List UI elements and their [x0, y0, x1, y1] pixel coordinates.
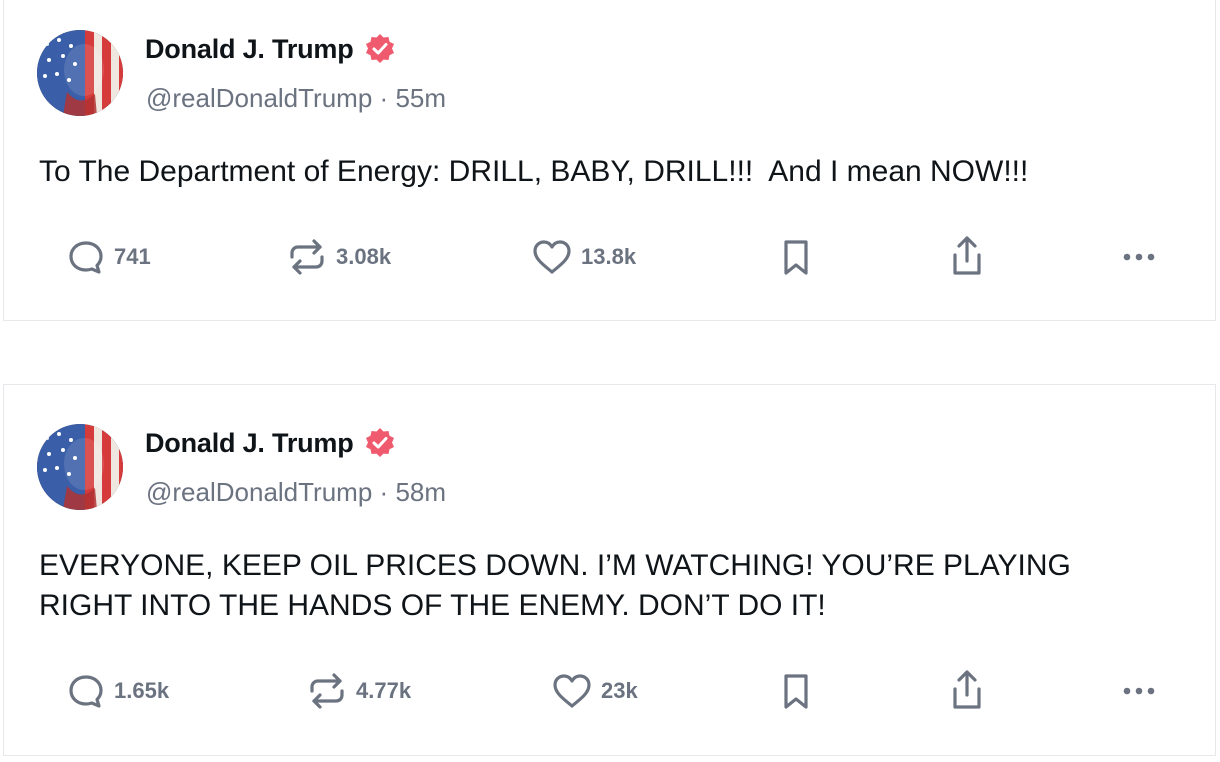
more-icon: [1119, 671, 1159, 711]
more-options-button[interactable]: [1119, 669, 1159, 713]
repost-icon: [286, 237, 328, 277]
reply-button[interactable]: 1.65k: [66, 669, 169, 713]
reply-count: 1.65k: [114, 678, 170, 703]
post-actions: 1.65k 4.77k 23k: [4, 669, 1215, 713]
feed: Donald J. Trump @realDonaldTrump · 55m T…: [0, 0, 1220, 762]
verified-badge-icon: [364, 33, 396, 65]
repost-icon: [306, 671, 348, 711]
bookmark-icon: [778, 237, 814, 277]
heart-icon: [531, 237, 573, 277]
avatar[interactable]: [37, 424, 123, 510]
post-time[interactable]: 55m: [395, 83, 446, 113]
bookmark-icon: [778, 671, 814, 711]
share-button[interactable]: [947, 235, 987, 279]
author-name[interactable]: Donald J. Trump: [145, 428, 354, 459]
share-icon: [947, 235, 987, 279]
verified-badge-icon: [364, 427, 396, 459]
author-name-row[interactable]: Donald J. Trump: [145, 33, 396, 65]
share-icon: [947, 669, 987, 713]
like-button[interactable]: 23k: [551, 669, 638, 713]
more-options-button[interactable]: [1119, 235, 1159, 279]
avatar[interactable]: [37, 30, 123, 116]
reply-button[interactable]: 741: [66, 235, 151, 279]
reply-icon: [66, 671, 106, 711]
heart-icon: [551, 671, 593, 711]
repost-count: 4.77k: [356, 678, 412, 703]
like-count: 23k: [601, 678, 638, 703]
author-name-row[interactable]: Donald J. Trump: [145, 427, 396, 459]
meta-separator: ·: [379, 477, 389, 507]
post-time[interactable]: 58m: [395, 477, 446, 507]
meta-separator: ·: [379, 83, 389, 113]
post-meta: @realDonaldTrump · 58m: [146, 477, 446, 508]
reply-count: 741: [114, 244, 151, 269]
post-text: EVERYONE, KEEP OIL PRICES DOWN. I’M WATC…: [39, 549, 1080, 622]
author-name[interactable]: Donald J. Trump: [145, 34, 354, 65]
repost-button[interactable]: 4.77k: [306, 669, 411, 713]
post[interactable]: Donald J. Trump @realDonaldTrump · 55m T…: [3, 0, 1216, 321]
bookmark-button[interactable]: [778, 669, 814, 713]
feed-separator: [3, 321, 1216, 384]
post-meta: @realDonaldTrump · 55m: [146, 83, 446, 114]
post-text: To The Department of Energy: DRILL, BABY…: [39, 155, 1029, 188]
post[interactable]: Donald J. Trump @realDonaldTrump · 58m E…: [3, 384, 1216, 756]
post-actions: 741 3.08k 13.8k: [4, 235, 1215, 279]
like-count: 13.8k: [581, 244, 637, 269]
bookmark-button[interactable]: [778, 235, 814, 279]
repost-count: 3.08k: [336, 244, 392, 269]
repost-button[interactable]: 3.08k: [286, 235, 391, 279]
like-button[interactable]: 13.8k: [531, 235, 636, 279]
author-handle[interactable]: @realDonaldTrump: [146, 477, 372, 507]
reply-icon: [66, 237, 106, 277]
author-handle[interactable]: @realDonaldTrump: [146, 83, 372, 113]
share-button[interactable]: [947, 669, 987, 713]
more-icon: [1119, 237, 1159, 277]
